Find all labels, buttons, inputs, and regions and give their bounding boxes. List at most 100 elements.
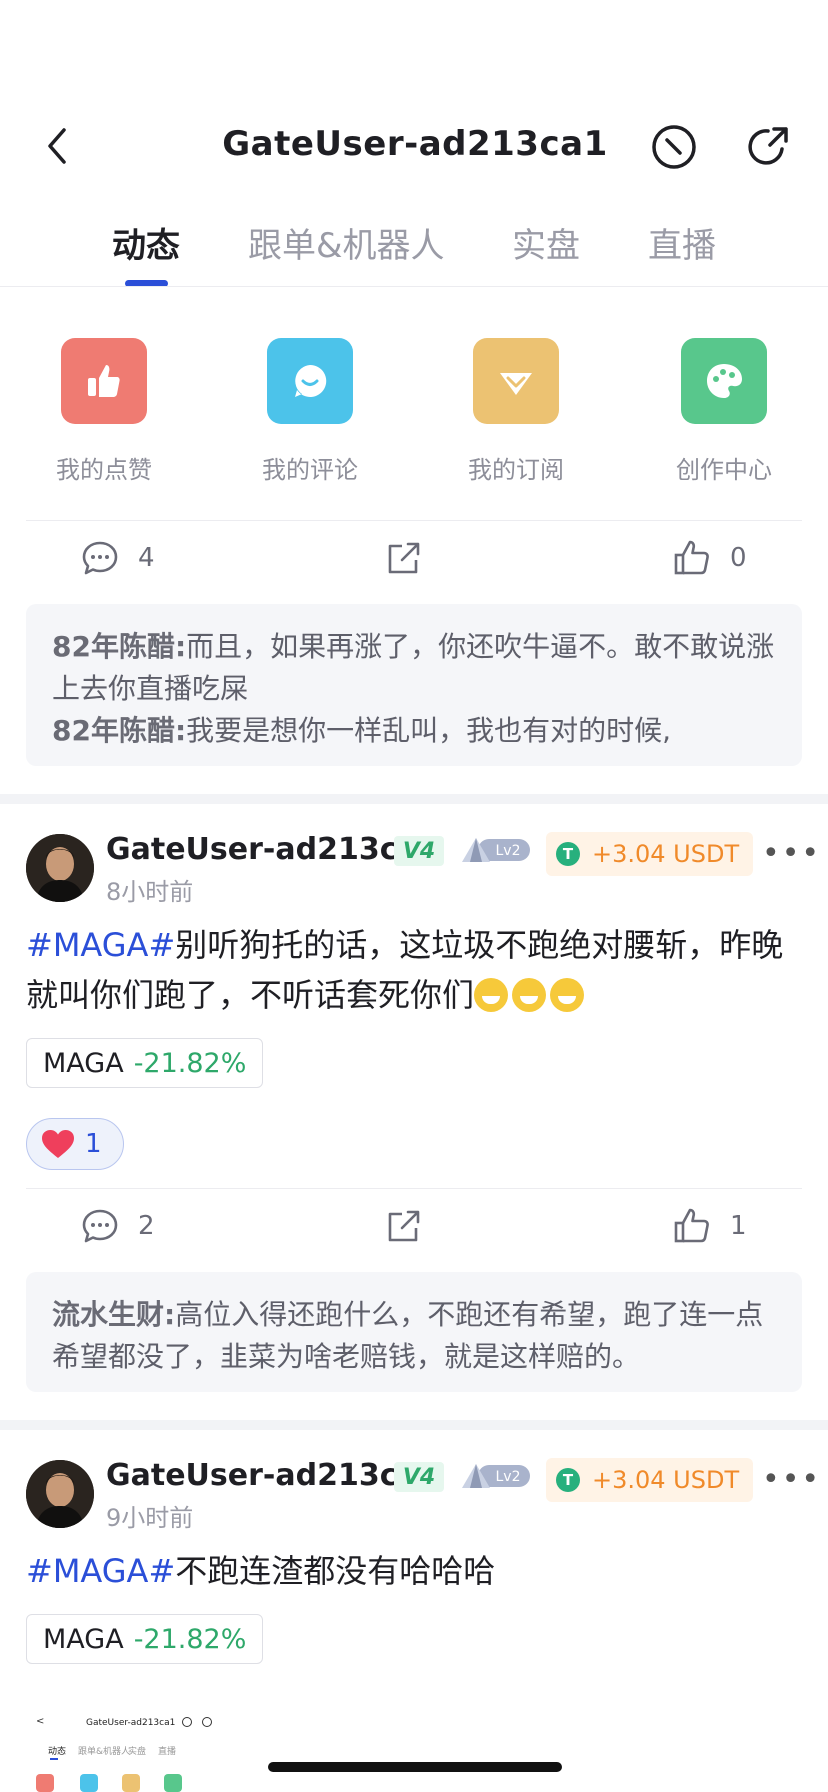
tip-reward-badge[interactable]: T +3.04 USDT (546, 1458, 754, 1502)
vip-badge: V4 (394, 836, 444, 866)
my-likes-label: 我的点赞 (56, 456, 152, 484)
more-options-icon[interactable]: ••• (762, 836, 821, 871)
my-comments-button[interactable]: 我的评论 (240, 338, 380, 485)
coin-change: -21.82% (133, 1047, 247, 1079)
thumbs-up-icon (61, 338, 147, 424)
reaction-count: 1 (85, 1129, 102, 1159)
tab-feed[interactable]: 动态 (112, 218, 180, 267)
comment-item: 82年陈醋:而且，如果再涨了，你还吹牛逼不。敢不敢说涨上去你直播吃屎 (52, 626, 776, 710)
level-badge: Lv2 (460, 1460, 532, 1492)
post-content[interactable]: #MAGA#别听狗托的话，这垃圾不跑绝对腰斩，昨晚就叫你们跑了，不听话套死你们 (26, 920, 802, 1020)
post-separator (0, 794, 828, 804)
usdt-coin-icon: T (556, 1468, 580, 1492)
username[interactable]: GateUser-ad213c... (106, 832, 432, 867)
my-likes-button[interactable]: 我的点赞 (34, 338, 174, 485)
tab-live-trading[interactable]: 实盘 (512, 218, 580, 267)
coin-change: -21.82% (133, 1623, 247, 1655)
comment-action[interactable]: 2 (80, 1206, 155, 1246)
grin-emoji-icon (474, 978, 509, 1012)
coin-symbol: MAGA (43, 1623, 124, 1655)
tabs-divider (0, 286, 828, 287)
creator-center-button[interactable]: 创作中心 (654, 338, 794, 485)
thumb-tab: 跟单&机器人 (78, 1747, 131, 1757)
palette-icon (681, 338, 767, 424)
comment-count: 4 (138, 543, 155, 573)
coin-chip[interactable]: MAGA -21.82% (26, 1038, 264, 1088)
reward-amount: +3.04 USDT (592, 1466, 740, 1494)
comment-author: 82年陈醋: (52, 630, 187, 663)
usdt-coin-icon: T (556, 842, 580, 866)
tab-copytrade-bots[interactable]: 跟单&机器人 (248, 218, 445, 267)
block-icon[interactable] (650, 123, 698, 171)
home-indicator (268, 1762, 562, 1772)
avatar[interactable] (26, 834, 94, 902)
reward-amount: +3.04 USDT (592, 840, 740, 868)
level-text: Lv2 (496, 1469, 521, 1485)
share-post-icon[interactable] (384, 538, 424, 582)
diamond-icon (473, 338, 559, 424)
thumb-tab: 动态 (48, 1747, 67, 1757)
like-action[interactable]: 0 (672, 538, 747, 578)
level-text: Lv2 (496, 843, 521, 859)
comments-preview[interactable]: 82年陈醋:而且，如果再涨了，你还吹牛逼不。敢不敢说涨上去你直播吃屎 82年陈醋… (26, 604, 802, 766)
comment-count: 2 (138, 1211, 155, 1241)
post-separator (0, 1420, 828, 1430)
comment-icon (82, 1209, 118, 1243)
grin-emoji-icon (512, 978, 547, 1012)
username[interactable]: GateUser-ad213c... (106, 1458, 432, 1493)
share-post-icon[interactable] (384, 1206, 424, 1250)
like-count: 0 (730, 543, 747, 573)
thumb-tab: 直播 (158, 1747, 177, 1757)
tab-livestream[interactable]: 直播 (648, 218, 716, 267)
heart-icon (42, 1130, 74, 1158)
post-time: 9小时前 (106, 1504, 194, 1532)
comment-smile-icon (267, 338, 353, 424)
screenshot-thumbnail[interactable]: < GateUser-ad213ca1 动态 跟单&机器人 实盘 直播 (30, 1708, 220, 1792)
thumb-block-icon (182, 1717, 192, 1727)
thumb-title: GateUser-ad213ca1 (86, 1718, 176, 1728)
thumb-creator-icon (164, 1774, 182, 1792)
comment-author: 流水生财: (52, 1298, 176, 1331)
hashtag-link[interactable]: #MAGA# (26, 926, 175, 964)
thumb-comments-icon (80, 1774, 98, 1792)
hashtag-link[interactable]: #MAGA# (26, 1552, 175, 1590)
post-content[interactable]: #MAGA#不跑连渣都没有哈哈哈 (26, 1546, 802, 1596)
thumb-likes-icon (36, 1774, 54, 1792)
share-icon[interactable] (744, 123, 792, 171)
my-subscriptions-button[interactable]: 我的订阅 (446, 338, 586, 485)
more-options-icon[interactable]: ••• (762, 1462, 821, 1497)
comment-icon (82, 541, 118, 575)
level-badge: Lv2 (460, 834, 532, 866)
like-action[interactable]: 1 (672, 1206, 747, 1246)
thumb-tab-indicator (50, 1758, 58, 1760)
tip-reward-badge[interactable]: T +3.04 USDT (546, 832, 754, 876)
grin-emoji-icon (550, 978, 585, 1012)
my-comments-label: 我的评论 (262, 456, 358, 484)
comments-preview[interactable]: 流水生财:高位入得还跑什么，不跑还有希望，跑了连一点希望都没了，韭菜为啥老赔钱，… (26, 1272, 802, 1392)
comment-item: 82年陈醋:我要是想你一样乱叫，我也有对的时候, (52, 710, 776, 752)
thumb-tab: 实盘 (128, 1747, 147, 1757)
thumbs-up-outline-icon (674, 540, 709, 575)
avatar[interactable] (26, 1460, 94, 1528)
page-title: GateUser-ad213ca1 (222, 124, 608, 164)
like-count: 1 (730, 1211, 747, 1241)
my-subscriptions-label: 我的订阅 (468, 456, 564, 484)
thumbs-up-outline-icon (674, 1208, 709, 1243)
post-time: 8小时前 (106, 878, 194, 906)
comment-action[interactable]: 4 (80, 538, 155, 578)
thumb-subscriptions-icon (122, 1774, 140, 1792)
divider (26, 1188, 802, 1189)
comment-author: 82年陈醋: (52, 714, 187, 747)
coin-symbol: MAGA (43, 1047, 124, 1079)
creator-center-label: 创作中心 (676, 456, 772, 484)
post-text: 不跑连渣都没有哈哈哈 (175, 1552, 496, 1590)
comment-item: 流水生财:高位入得还跑什么，不跑还有希望，跑了连一点希望都没了，韭菜为啥老赔钱，… (52, 1294, 776, 1378)
divider (26, 520, 802, 521)
back-arrow-icon[interactable] (40, 122, 76, 170)
coin-chip[interactable]: MAGA -21.82% (26, 1614, 264, 1664)
thumb-back-icon: < (36, 1716, 45, 1727)
thumb-share-icon (202, 1717, 212, 1727)
heart-reaction-button[interactable]: 1 (26, 1118, 124, 1170)
vip-badge: V4 (394, 1462, 444, 1492)
comment-text: 我要是想你一样乱叫，我也有对的时候, (186, 714, 672, 747)
